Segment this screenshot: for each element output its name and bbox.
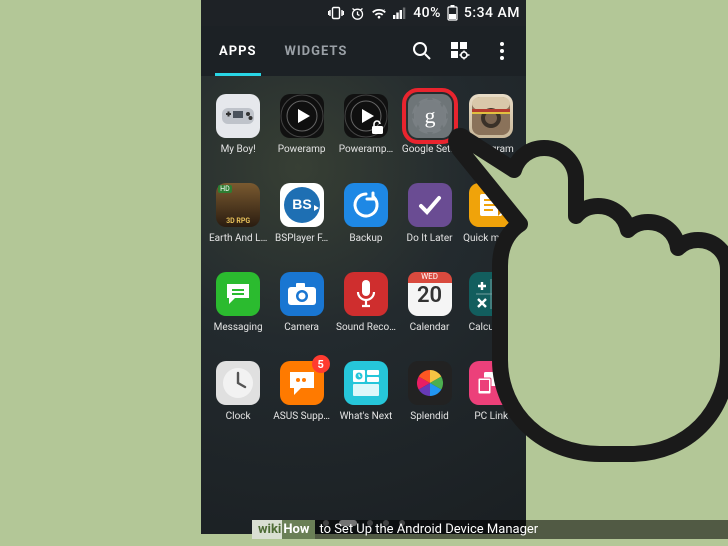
camera-retro-icon — [469, 94, 513, 138]
overflow-menu-icon[interactable] — [482, 26, 522, 76]
calendar-weekday: WED — [408, 272, 452, 283]
app-label: My Boy! — [209, 144, 267, 155]
app-camera[interactable]: Camera — [273, 272, 330, 333]
tab-apps-label: APPS — [219, 44, 257, 59]
bs-icon: BS — [280, 183, 324, 227]
calendar-icon: WED 20 — [408, 272, 452, 316]
app-poweramp-unlocker[interactable]: Poweramp… — [336, 94, 396, 155]
gameboy-icon — [216, 94, 260, 138]
app-label: Calculator — [463, 322, 519, 333]
app-do-it-later[interactable]: Do It Later — [402, 183, 457, 244]
chat-icon — [216, 272, 260, 316]
microphone-icon — [344, 272, 388, 316]
app-instagram[interactable]: Instagram — [463, 94, 519, 155]
app-label: Instagram — [463, 144, 519, 155]
app-label: Poweramp… — [336, 144, 396, 155]
notification-badge: 5 — [312, 355, 330, 373]
calendar-day: 20 — [417, 283, 442, 309]
svg-text:g: g — [424, 103, 435, 128]
color-wheel-icon — [408, 361, 452, 405]
caption-bar: wikiHow to Set Up the Android Device Man… — [252, 518, 728, 540]
gear-g-icon: g — [408, 94, 452, 138]
app-label: BSPlayer F… — [273, 233, 330, 244]
pc-link-icon — [469, 361, 513, 405]
phone-screen: ↕ 40% 5:34 AM APPS WIDGETS My — [201, 0, 526, 534]
app-earth-and-legend[interactable]: HD 3D RPG Earth And L… — [209, 183, 267, 244]
app-label: Sound Reco… — [336, 322, 396, 333]
svg-text:BS: BS — [292, 196, 311, 212]
app-label: Poweramp — [273, 144, 330, 155]
status-bar: ↕ 40% 5:34 AM — [201, 0, 526, 26]
app-quick-memo[interactable]: Quick memo — [463, 183, 519, 244]
clock-icon — [216, 361, 260, 405]
app-bsplayer[interactable]: BS BSPlayer F… — [273, 183, 330, 244]
app-poweramp[interactable]: Poweramp — [273, 94, 330, 155]
app-calculator[interactable]: Calculator — [463, 272, 519, 333]
app-label: Camera — [273, 322, 330, 333]
app-google-settings[interactable]: g Google Set… — [402, 94, 457, 155]
app-my-boy[interactable]: My Boy! — [209, 94, 267, 155]
app-whats-next[interactable]: What's Next — [336, 361, 396, 422]
app-label: Backup — [336, 233, 396, 244]
check-icon — [408, 183, 452, 227]
tab-widgets[interactable]: WIDGETS — [271, 26, 362, 76]
app-label: Do It Later — [402, 233, 457, 244]
note-icon — [469, 183, 513, 227]
tiles-icon — [344, 361, 388, 405]
app-grid: My Boy! Poweramp Poweramp… g — [201, 76, 526, 422]
tab-bar: APPS WIDGETS — [201, 26, 526, 76]
brand-wiki: wiki — [252, 520, 282, 539]
app-splendid[interactable]: Splendid — [402, 361, 457, 422]
app-label: Calendar — [402, 322, 457, 333]
wikihow-watermark: wH — [616, 238, 728, 360]
tab-apps[interactable]: APPS — [205, 26, 271, 76]
app-label: Clock — [209, 411, 267, 422]
app-clock[interactable]: Clock — [209, 361, 267, 422]
caption-title: to Set Up the Android Device Manager — [315, 520, 728, 539]
app-label: Google Set… — [402, 144, 457, 155]
app-sound-recorder[interactable]: Sound Reco… — [336, 272, 396, 333]
app-label: ASUS Supp… — [273, 411, 330, 422]
signal-icon — [393, 7, 407, 19]
app-label: Splendid — [402, 411, 457, 422]
camera-icon — [280, 272, 324, 316]
battery-icon — [447, 5, 458, 21]
app-calendar[interactable]: WED 20 Calendar — [402, 272, 457, 333]
status-time: 5:34 AM — [464, 5, 520, 21]
app-label: Quick memo — [463, 233, 519, 244]
battery-percent: 40% — [413, 5, 441, 21]
tab-widgets-label: WIDGETS — [285, 44, 348, 59]
app-label: What's Next — [336, 411, 396, 422]
calculator-icon — [469, 272, 513, 316]
svg-text:↕: ↕ — [383, 8, 386, 14]
app-messaging[interactable]: Messaging — [209, 272, 267, 333]
play-unlock-icon — [344, 94, 388, 138]
refresh-icon — [344, 183, 388, 227]
app-pc-link[interactable]: PC Link — [463, 361, 519, 422]
vibrate-icon — [328, 6, 344, 20]
app-backup[interactable]: Backup — [336, 183, 396, 244]
support-bubble-icon: 5 — [280, 361, 324, 405]
app-label: Earth And L… — [209, 233, 267, 244]
rpg-game-icon: HD 3D RPG — [216, 183, 260, 227]
app-label: Messaging — [209, 322, 267, 333]
brand-how: How — [282, 520, 315, 539]
view-options-icon[interactable] — [442, 26, 482, 76]
search-icon[interactable] — [402, 26, 442, 76]
wifi-icon: ↕ — [371, 7, 387, 20]
alarm-icon — [350, 6, 365, 21]
play-icon — [280, 94, 324, 138]
app-label: PC Link — [463, 411, 519, 422]
app-asus-support[interactable]: 5 ASUS Supp… — [273, 361, 330, 422]
